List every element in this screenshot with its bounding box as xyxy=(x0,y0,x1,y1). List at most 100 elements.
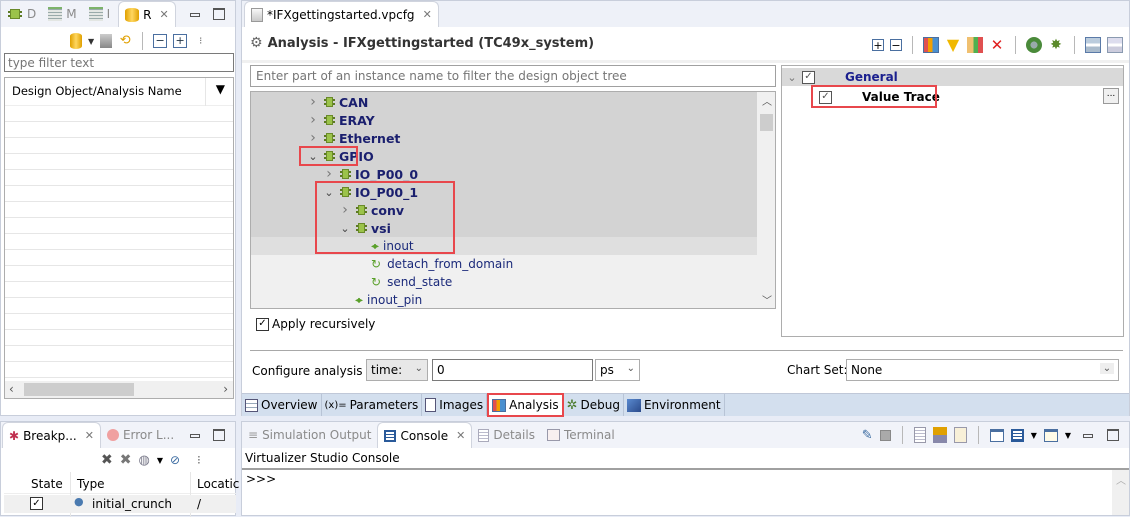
filter-icon[interactable]: ▼ xyxy=(945,37,961,53)
tab-terminal[interactable]: Terminal xyxy=(541,422,621,448)
chevron-down-icon[interactable]: ⌄ xyxy=(339,222,351,235)
left-filter-input[interactable] xyxy=(4,53,234,72)
analysis-group-row[interactable]: ⌄ ✓ General xyxy=(782,68,1123,86)
analysis-tree[interactable]: ⌄ ✓ General ✓ Value Trace ... xyxy=(781,65,1124,337)
view-menu-icon[interactable]: ⁝ xyxy=(199,36,202,46)
analysis-item-row[interactable]: ✓ Value Trace xyxy=(782,87,1123,107)
tree-node[interactable]: ⌄ GPIO xyxy=(251,147,757,165)
chart-icon[interactable] xyxy=(967,37,983,53)
chevron-down-icon[interactable]: ⌄ xyxy=(307,150,319,163)
display-console-icon[interactable] xyxy=(1010,428,1024,442)
console-output[interactable]: >>> xyxy=(242,470,1112,515)
scroll-left-icon[interactable]: ‹ xyxy=(9,382,14,396)
dropdown-arrow-icon[interactable]: ▼ xyxy=(88,37,94,46)
tab-overview[interactable]: Overview xyxy=(242,394,322,416)
tree-node[interactable]: ⌄ IO_P00_1 xyxy=(251,183,757,201)
breakpoint-row[interactable]: ✓ ● initial_crunch / xyxy=(4,495,236,513)
close-icon[interactable]: ✕ xyxy=(160,8,169,21)
remove-analysis-icon[interactable]: ✕ xyxy=(989,37,1005,53)
scroll-down-icon[interactable]: ﹀ xyxy=(762,292,772,307)
tab-m[interactable]: M xyxy=(42,1,82,27)
tree-node[interactable]: › IO_P00_0 xyxy=(251,165,757,183)
column-header-type[interactable]: Type xyxy=(77,477,105,491)
remove-all-icon[interactable]: ✖ xyxy=(120,452,132,468)
console-vertical-scrollbar[interactable]: ︿ xyxy=(1112,470,1129,515)
tree-node[interactable]: ◂▸ inout_pin xyxy=(251,291,757,308)
terminate-icon[interactable] xyxy=(879,429,891,441)
pin-console-icon[interactable] xyxy=(989,428,1004,442)
tree-vertical-scrollbar[interactable]: ︿ ﹀ xyxy=(758,92,775,308)
tab-i[interactable]: I xyxy=(83,1,117,27)
minimize-icon[interactable] xyxy=(189,8,201,20)
scroll-lock-icon[interactable] xyxy=(932,427,947,443)
column-header-location[interactable]: Locatic xyxy=(197,477,239,491)
scrollbar-thumb[interactable] xyxy=(24,383,134,396)
configure-unit-select[interactable]: ps ⌄ xyxy=(595,359,640,381)
close-icon[interactable]: ✕ xyxy=(456,429,465,442)
tree-node[interactable]: › Ethernet xyxy=(251,129,757,147)
dropdown-arrow-icon[interactable]: ▼ xyxy=(1065,431,1071,440)
collapse-all-icon[interactable]: − xyxy=(890,39,902,51)
python-icon[interactable]: ✎ xyxy=(862,428,873,443)
tree-node[interactable]: ◂▸ inout xyxy=(251,237,757,255)
breakpoint-enabled-checkbox[interactable]: ✓ xyxy=(30,497,43,510)
export-icon[interactable] xyxy=(100,34,113,48)
chevron-down-icon[interactable]: ⌄ xyxy=(786,71,798,84)
maximize-icon[interactable] xyxy=(213,429,225,441)
save-icon[interactable] xyxy=(1085,37,1101,53)
globe-icon[interactable]: ◍ xyxy=(138,453,149,468)
tab-details[interactable]: Details xyxy=(472,422,541,448)
dropdown-arrow-icon[interactable]: ▼ xyxy=(157,456,163,465)
tab-error-log[interactable]: Error L... xyxy=(101,422,180,448)
expand-all-icon[interactable]: + xyxy=(173,34,188,48)
tab-r[interactable]: R ✕ xyxy=(118,1,176,27)
word-wrap-icon[interactable] xyxy=(953,427,967,443)
editor-tab[interactable]: *IFXgettingstarted.vpcfg ✕ xyxy=(244,1,439,27)
remove-icon[interactable]: ✖ xyxy=(101,452,113,468)
run-settings-icon[interactable] xyxy=(1026,37,1042,53)
tree-node[interactable]: › conv xyxy=(251,201,757,219)
minimize-icon[interactable] xyxy=(1082,429,1094,441)
maximize-icon[interactable] xyxy=(1107,429,1119,441)
value-trace-checkbox[interactable]: ✓ xyxy=(819,90,832,104)
chevron-down-icon[interactable]: ⌄ xyxy=(323,186,335,199)
view-menu-icon[interactable]: ⁝ xyxy=(197,453,201,467)
minimize-icon[interactable] xyxy=(189,429,201,441)
clear-console-icon[interactable] xyxy=(913,427,926,443)
horizontal-scrollbar[interactable]: ‹ › xyxy=(5,381,233,398)
save-as-icon[interactable] xyxy=(1107,37,1123,53)
configure-mode-select[interactable]: time: ⌄ xyxy=(366,359,428,381)
dropdown-arrow-icon[interactable]: ▼ xyxy=(1031,431,1037,440)
tab-parameters[interactable]: (x)= Parameters xyxy=(322,394,423,416)
maximize-icon[interactable] xyxy=(213,8,225,20)
chevron-right-icon[interactable]: › xyxy=(323,166,335,182)
chevron-right-icon[interactable]: › xyxy=(307,130,319,146)
configure-value-input[interactable] xyxy=(432,359,593,381)
plugin-icon[interactable]: ✸ xyxy=(1048,37,1064,53)
open-console-icon[interactable] xyxy=(1043,428,1058,442)
tab-environment[interactable]: Environment xyxy=(624,394,725,416)
collapse-all-icon[interactable]: − xyxy=(153,34,168,48)
column-header-name[interactable]: Design Object/Analysis Name xyxy=(12,84,182,98)
chevron-right-icon[interactable]: › xyxy=(307,94,319,110)
design-object-tree[interactable]: › CAN › ERAY › Ethernet ⌄ GPIO › IO_P00_0 ⌄ IO_P00_… xyxy=(250,91,776,309)
tree-node[interactable]: ↻ send_state xyxy=(251,273,757,291)
close-icon[interactable]: ✕ xyxy=(85,429,94,442)
tree-node[interactable]: › ERAY xyxy=(251,111,757,129)
chevron-right-icon[interactable]: › xyxy=(307,112,319,128)
tab-images[interactable]: Images xyxy=(422,394,488,416)
tree-node[interactable]: › CAN xyxy=(251,93,757,111)
sync-icon[interactable]: ⟲ xyxy=(118,34,132,48)
apply-recursively-checkbox[interactable]: ✓ Apply recursively xyxy=(256,317,375,331)
close-icon[interactable]: ✕ xyxy=(423,8,432,21)
expand-all-icon[interactable]: + xyxy=(872,39,884,51)
general-checkbox[interactable]: ✓ xyxy=(802,70,815,84)
tree-node[interactable]: ↻ detach_from_domain xyxy=(251,255,757,273)
scroll-up-icon[interactable]: ︿ xyxy=(1116,472,1126,487)
tab-breakpoints[interactable]: ✱ Breakp... ✕ xyxy=(2,422,101,448)
tab-d[interactable]: D xyxy=(1,1,42,27)
chart-set-select[interactable]: None ⌄ xyxy=(846,359,1119,381)
chevron-right-icon[interactable]: › xyxy=(339,202,351,218)
scroll-right-icon[interactable]: › xyxy=(223,382,228,396)
column-header-state[interactable]: State xyxy=(31,477,63,491)
